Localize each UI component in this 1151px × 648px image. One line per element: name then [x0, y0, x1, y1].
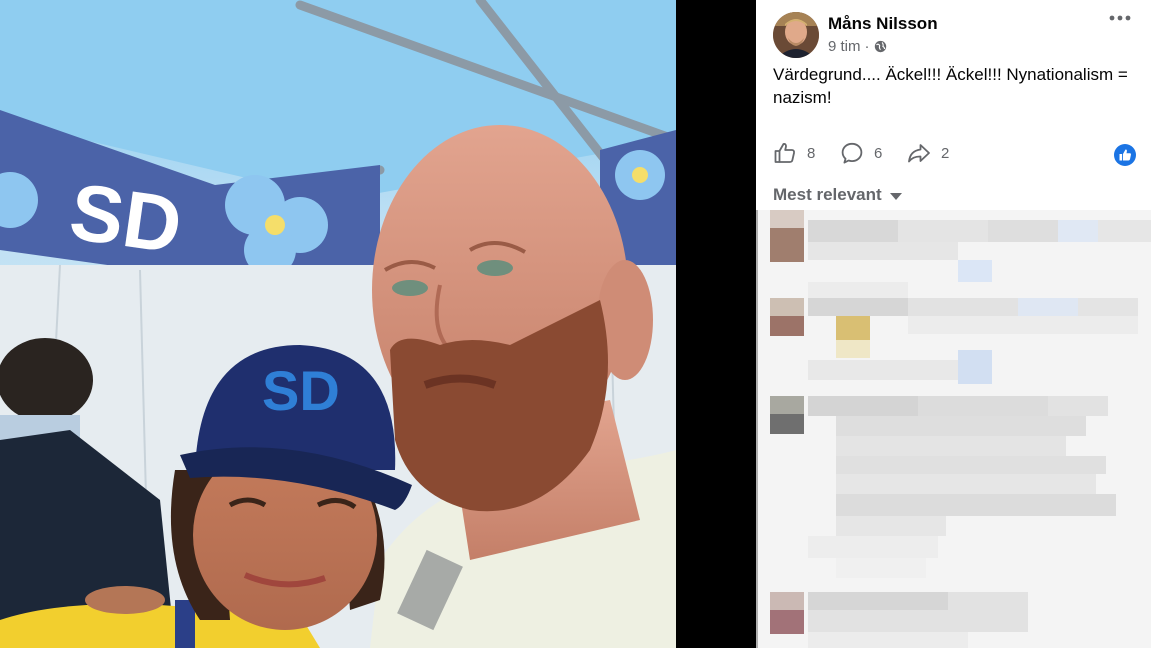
comment-count: 6 — [874, 144, 883, 162]
avatar-image — [773, 12, 819, 58]
comment-bubble-icon — [841, 142, 863, 164]
post-actions: 8 6 2 — [773, 141, 1151, 171]
more-options-icon[interactable] — [1109, 12, 1131, 24]
photo-letterbox — [676, 0, 756, 648]
like-count: 8 — [807, 144, 816, 162]
share-arrow-icon — [908, 144, 930, 163]
post-text: Värdegrund.... Äckel!!! Äckel!!! Nynatio… — [773, 65, 1128, 107]
cap-logo-text: SD — [262, 359, 340, 422]
share-count: 2 — [941, 144, 950, 162]
tent-logo-text: SD — [65, 166, 187, 270]
comment-sort-dropdown[interactable]: Mest relevant — [773, 185, 902, 205]
censored-comments-area — [756, 210, 1151, 648]
like-badge-icon — [1119, 149, 1131, 161]
post-timestamp[interactable]: 9 tim — [828, 38, 861, 55]
photo-illustration: SD SD — [0, 0, 676, 648]
meta-separator: · — [864, 38, 870, 55]
globe-icon[interactable] — [874, 40, 887, 53]
post-panel: Måns Nilsson 9 tim · Värdegrund.... Äcke… — [756, 0, 1151, 648]
post-header: Måns Nilsson 9 tim · — [773, 12, 1151, 60]
like-reaction-badge[interactable] — [1114, 144, 1136, 166]
caret-down-icon — [889, 193, 902, 200]
avatar[interactable] — [773, 12, 819, 58]
pixelated-comments-image — [756, 210, 1151, 648]
comment-button[interactable]: 6 — [840, 141, 882, 165]
post-meta: 9 tim · — [828, 38, 887, 55]
thumbs-up-icon — [774, 143, 795, 163]
share-button[interactable]: 2 — [907, 141, 949, 165]
comment-sort-label: Mest relevant — [773, 185, 882, 204]
like-button[interactable]: 8 — [773, 141, 815, 165]
post-photo[interactable]: SD SD — [0, 0, 676, 648]
post-author-name[interactable]: Måns Nilsson — [828, 14, 938, 34]
